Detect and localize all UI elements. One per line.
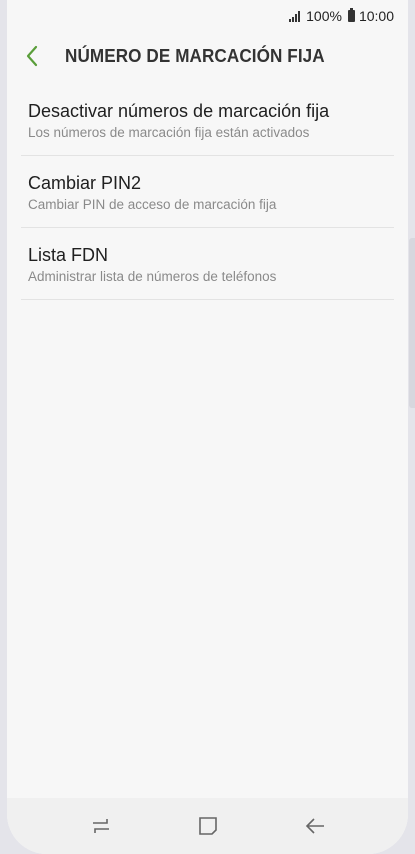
screen: 100% 10:00 NÚMERO DE MARCACIÓN FIJA Desa… [7, 0, 408, 854]
home-icon [198, 817, 217, 835]
recents-icon [92, 819, 109, 833]
list-item-disable-fdn[interactable]: Desactivar números de marcación fija Los… [21, 84, 394, 156]
list-item-subtitle: Los números de marcación fija están acti… [28, 125, 310, 140]
back-nav-button[interactable] [295, 806, 335, 846]
list-item-title: Desactivar números de marcación fija [28, 101, 330, 121]
app-header: NÚMERO DE MARCACIÓN FIJA [7, 32, 408, 80]
signal-icon [289, 10, 301, 22]
recents-button[interactable] [81, 806, 121, 846]
back-button[interactable] [7, 32, 57, 80]
side-button [409, 238, 415, 408]
battery-icon [347, 8, 355, 22]
list-item-subtitle: Administrar lista de números de teléfono… [28, 269, 277, 284]
list-item-title: Lista FDN [28, 245, 109, 265]
home-button[interactable] [188, 806, 228, 846]
list-item-change-pin2[interactable]: Cambiar PIN2 Cambiar PIN de acceso de ma… [21, 156, 394, 228]
settings-list: Desactivar números de marcación fija Los… [7, 84, 408, 300]
device-frame: 100% 10:00 NÚMERO DE MARCACIÓN FIJA Desa… [0, 0, 415, 854]
battery-percent: 100% [306, 8, 342, 24]
page-title: NÚMERO DE MARCACIÓN FIJA [65, 45, 325, 66]
list-item-title: Cambiar PIN2 [28, 173, 142, 193]
navigation-bar [7, 798, 408, 854]
status-bar: 100% 10:00 [7, 0, 408, 32]
chevron-left-icon [26, 45, 38, 67]
list-item-subtitle: Cambiar PIN de acceso de marcación fija [28, 197, 277, 212]
list-item-fdn-list[interactable]: Lista FDN Administrar lista de números d… [21, 228, 394, 300]
clock: 10:00 [358, 8, 394, 24]
back-arrow-icon [305, 818, 324, 834]
